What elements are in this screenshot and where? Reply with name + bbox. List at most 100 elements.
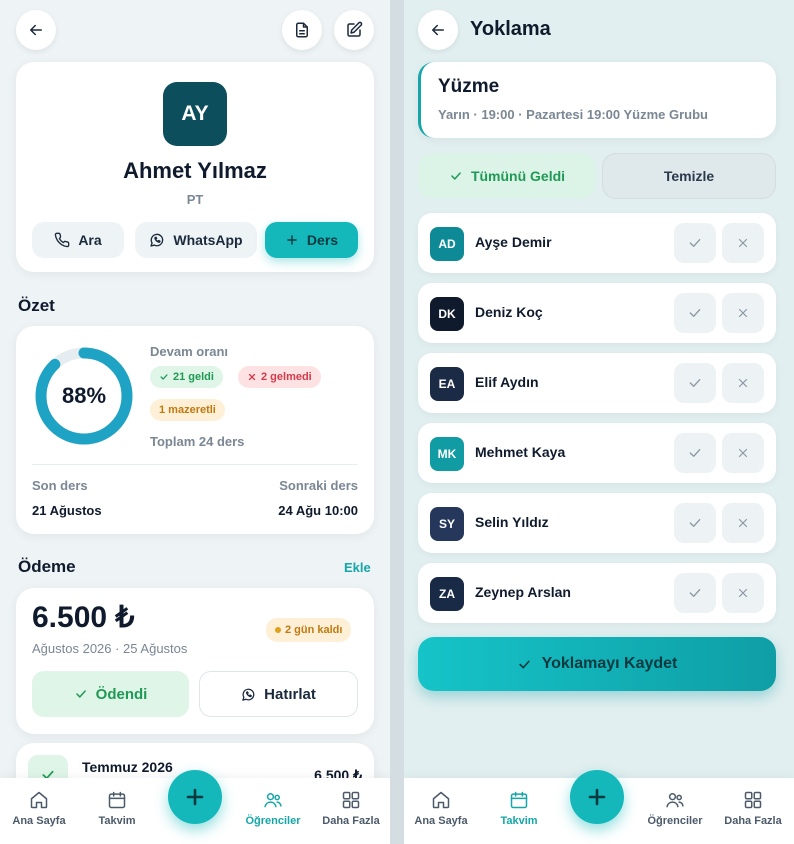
nav-calendar-label: Takvim — [98, 815, 136, 827]
student-name: Mehmet Kaya — [475, 444, 566, 460]
student-name: Ahmet Yılmaz — [123, 158, 267, 183]
users-icon — [666, 793, 684, 808]
phone-icon — [55, 232, 70, 248]
due-badge: 2 gün kaldı — [266, 618, 352, 642]
payment-period: Ağustos 2026 · 25 Ağustos — [32, 641, 188, 656]
session-details: Yarın · 19:00 · Pazartesi 19:00 Yüzme Gr… — [438, 107, 708, 122]
add-payment-link[interactable]: Ekle — [344, 560, 371, 575]
add-lesson-button[interactable]: Ders — [265, 222, 358, 258]
add-lesson-label: Ders — [306, 232, 339, 248]
edit-button[interactable] — [334, 10, 374, 50]
mark-present-button[interactable] — [674, 363, 716, 403]
whatsapp-button[interactable]: WhatsApp — [135, 222, 257, 258]
present-count: 21 geldi — [173, 371, 214, 383]
nav-more[interactable]: Daha Fazla — [313, 790, 389, 827]
summary-card: 88% Devam oranı 21 geldi 2 gelmedi 1 maz… — [16, 326, 374, 534]
check-icon — [160, 374, 168, 380]
home-icon — [432, 791, 450, 809]
mark-absent-button[interactable] — [722, 223, 764, 263]
grid-icon — [744, 791, 762, 809]
clear-button[interactable]: Temizle — [602, 153, 776, 199]
back-button[interactable] — [418, 10, 458, 50]
plus-icon — [287, 235, 297, 245]
history-month: Temmuz 2026 — [82, 759, 173, 775]
check-icon — [451, 172, 461, 180]
whatsapp-icon — [150, 233, 164, 247]
student-row: EA Elif Aydın — [418, 353, 776, 413]
add-fab-button[interactable] — [570, 770, 624, 824]
check-icon — [689, 519, 701, 527]
profile-card: AY Ahmet Yılmaz PT Ara WhatsApp Ders — [16, 62, 374, 272]
student-detail-screen: AY Ahmet Yılmaz PT Ara WhatsApp Ders Öze… — [0, 0, 390, 844]
absent-count: 2 gelmedi — [261, 371, 312, 383]
nav-home-label: Ana Sayfa — [414, 815, 468, 827]
back-button[interactable] — [16, 10, 56, 50]
student-name: Selin Yıldız — [475, 514, 549, 530]
paid-button[interactable]: Ödendi — [32, 671, 189, 717]
close-icon — [738, 448, 748, 458]
save-attendance-button[interactable]: Yoklamayı Kaydet — [418, 637, 776, 691]
remind-label: Hatırlat — [264, 685, 316, 703]
check-icon — [689, 449, 701, 457]
nav-calendar[interactable]: Takvim — [79, 790, 155, 827]
grid-icon — [342, 791, 360, 809]
nav-students-label: Öğrenciler — [647, 815, 703, 827]
plus-icon — [186, 788, 204, 806]
document-button[interactable] — [282, 10, 322, 50]
excused-badge: 1 mazeretli — [150, 399, 225, 421]
excused-count: 1 mazeretli — [159, 404, 216, 416]
mark-all-present-label: Tümünü Geldi — [470, 168, 566, 184]
mark-present-button[interactable] — [674, 223, 716, 263]
student-row: ZA Zeynep Arslan — [418, 563, 776, 623]
calendar-icon — [510, 791, 528, 809]
last-lesson-value: 21 Ağustos — [32, 503, 102, 518]
call-label: Ara — [78, 232, 102, 248]
mark-absent-button[interactable] — [722, 503, 764, 543]
close-icon — [738, 378, 748, 388]
bottom-nav: Ana Sayfa Takvim Öğrenciler Daha Fazla — [0, 770, 390, 844]
attendance-screen: Yoklama Yüzme Yarın · 19:00 · Pazartesi … — [404, 0, 794, 844]
mark-present-button[interactable] — [674, 433, 716, 473]
mark-present-button[interactable] — [674, 503, 716, 543]
home-icon — [30, 791, 48, 809]
plus-icon — [588, 788, 606, 806]
close-icon — [738, 308, 748, 318]
nav-students[interactable]: Öğrenciler — [637, 790, 713, 827]
save-attendance-label: Yoklamayı Kaydet — [541, 655, 678, 672]
nav-more[interactable]: Daha Fazla — [715, 790, 791, 827]
mark-absent-button[interactable] — [722, 293, 764, 333]
mark-present-button[interactable] — [674, 573, 716, 613]
close-icon — [738, 518, 748, 528]
mark-present-button[interactable] — [674, 293, 716, 333]
calendar-icon — [108, 791, 126, 809]
mark-absent-button[interactable] — [722, 363, 764, 403]
student-row: DK Deniz Koç — [418, 283, 776, 343]
nav-calendar[interactable]: Takvim — [481, 790, 557, 827]
mark-absent-button[interactable] — [722, 573, 764, 613]
student-row: AD Ayşe Demir — [418, 213, 776, 273]
attendance-label: Devam oranı — [150, 344, 229, 359]
payment-amount: 6.500 ₺ — [32, 601, 135, 634]
absent-badge: 2 gelmedi — [238, 366, 321, 388]
attendance-percent: 88% — [61, 383, 107, 408]
arrow-left-icon — [432, 24, 444, 36]
mark-all-present-button[interactable]: Tümünü Geldi — [418, 153, 596, 199]
nav-home[interactable]: Ana Sayfa — [404, 790, 479, 827]
nav-more-label: Daha Fazla — [724, 815, 782, 827]
call-button[interactable]: Ara — [32, 222, 124, 258]
session-name: Yüzme — [438, 76, 500, 97]
screen-divider — [390, 0, 404, 844]
nav-home-label: Ana Sayfa — [12, 815, 66, 827]
nav-students[interactable]: Öğrenciler — [235, 790, 311, 827]
student-avatar: DK — [430, 297, 464, 331]
student-name: Ayşe Demir — [475, 234, 552, 250]
total-lessons: Toplam 24 ders — [150, 434, 245, 449]
mark-absent-button[interactable] — [722, 433, 764, 473]
last-lesson-label: Son ders — [32, 478, 88, 493]
nav-home[interactable]: Ana Sayfa — [1, 790, 77, 827]
add-fab-button[interactable] — [168, 770, 222, 824]
remind-button[interactable]: Hatırlat — [199, 671, 358, 717]
nav-more-label: Daha Fazla — [322, 815, 380, 827]
payment-title: Ödeme — [18, 557, 76, 576]
check-icon — [689, 379, 701, 387]
